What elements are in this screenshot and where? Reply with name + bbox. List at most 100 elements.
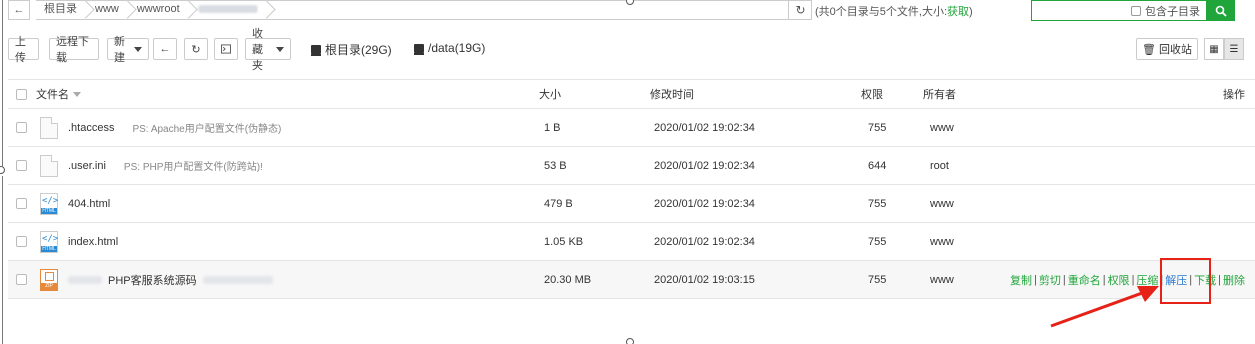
file-size: 1 B bbox=[544, 121, 561, 134]
row-checkbox[interactable] bbox=[16, 185, 27, 222]
back-arrow-icon[interactable]: ← bbox=[8, 0, 30, 20]
breadcrumb-wwwroot[interactable]: wwwroot bbox=[129, 0, 190, 20]
file-name[interactable]: .user.ini bbox=[68, 160, 106, 172]
summary-fetch-link[interactable]: 获取 bbox=[947, 6, 969, 18]
table-row[interactable]: .htaccess PS: Apache用户配置文件(伪静态) 1 B 2020… bbox=[8, 109, 1255, 147]
file-size: 479 B bbox=[544, 197, 573, 210]
row-checkbox[interactable] bbox=[16, 147, 27, 184]
list-view-icon[interactable]: ☰ bbox=[1224, 38, 1244, 60]
file-cell: </> HTML index.html bbox=[40, 223, 118, 260]
summary-text: (共0个目录与5个文件,大小: bbox=[815, 6, 948, 18]
file-blank-icon bbox=[40, 116, 58, 139]
new-label: 新建 bbox=[114, 36, 125, 64]
back-icon[interactable]: ← bbox=[153, 38, 177, 60]
file-perm[interactable]: 755 bbox=[868, 109, 886, 146]
html-icon-label: HTML bbox=[41, 207, 57, 214]
disk-data[interactable]: /data(19G) bbox=[414, 41, 485, 55]
disk-icon bbox=[311, 45, 321, 56]
highlight-box bbox=[1160, 258, 1211, 304]
file-size: 1.05 KB bbox=[544, 235, 584, 248]
header-perm[interactable]: 权限 bbox=[861, 80, 883, 108]
file-size: 53 B bbox=[544, 159, 567, 172]
file-owner: www bbox=[930, 273, 954, 286]
file-owner: root bbox=[930, 159, 949, 172]
blurred-text bbox=[202, 275, 273, 284]
file-perm[interactable]: 755 bbox=[868, 185, 886, 222]
table-row[interactable]: </> HTML index.html 1.05 KB 2020/01/02 19… bbox=[8, 223, 1255, 261]
blurred-text bbox=[68, 275, 102, 284]
file-mtime: 2020/01/02 19:02:34 bbox=[654, 197, 755, 210]
row-checkbox[interactable] bbox=[16, 261, 27, 298]
resize-handle[interactable] bbox=[0, 166, 5, 174]
chevron-down-icon bbox=[134, 46, 142, 52]
file-perm[interactable]: 755 bbox=[868, 223, 886, 260]
file-owner: www bbox=[930, 197, 954, 210]
html-tag-glyph: </> bbox=[42, 233, 59, 244]
recycle-bin-button[interactable]: 🗑 回收站 bbox=[1136, 38, 1198, 60]
file-name[interactable]: .htaccess bbox=[68, 122, 114, 134]
file-size: 20.30 MB bbox=[544, 273, 592, 286]
file-mtime: 2020/01/02 19:02:34 bbox=[654, 235, 755, 248]
disk-data-label: /data(19G) bbox=[428, 41, 486, 55]
terminal-icon[interactable] bbox=[214, 38, 238, 60]
file-name[interactable]: 404.html bbox=[68, 198, 110, 210]
file-mtime: 2020/01/02 19:02:34 bbox=[654, 159, 755, 172]
chevron-down-icon bbox=[276, 46, 284, 52]
favorites-dropdown-button[interactable]: 收藏夹 bbox=[245, 28, 291, 72]
file-owner: www bbox=[930, 235, 954, 248]
resize-handle[interactable] bbox=[626, 338, 634, 344]
select-all-checkbox[interactable] bbox=[16, 80, 27, 108]
header-size[interactable]: 大小 bbox=[539, 80, 561, 108]
file-desc: PS: Apache用户配置文件(伪静态) bbox=[132, 124, 282, 135]
search-button[interactable] bbox=[1207, 0, 1235, 21]
table-row[interactable]: </> HTML 404.html 479 B 2020/01/02 19:02:… bbox=[8, 185, 1255, 223]
file-perm[interactable]: 755 bbox=[868, 261, 886, 298]
breadcrumb-root[interactable]: 根目录 bbox=[36, 0, 87, 20]
search-input[interactable]: 包含子目录 bbox=[1031, 0, 1207, 21]
summary-close: ) bbox=[969, 6, 973, 18]
header-owner[interactable]: 所有者 bbox=[923, 80, 956, 108]
html-file-icon: </> HTML bbox=[40, 192, 59, 215]
table-row[interactable]: .user.ini PS: PHP用户配置文件(防跨站)! 53 B 2020/… bbox=[8, 147, 1255, 185]
row-checkbox[interactable] bbox=[16, 223, 27, 260]
upload-button[interactable]: 上传 bbox=[8, 36, 39, 64]
html-file-icon: </> HTML bbox=[40, 230, 59, 253]
dir-summary: (共0个目录与5个文件,大小:获取) bbox=[815, 3, 973, 19]
zip-file-icon: ZIP bbox=[40, 268, 58, 291]
delete-link[interactable]: 删除 bbox=[1223, 272, 1245, 288]
grid-view-icon[interactable]: ▦ bbox=[1204, 38, 1224, 60]
zip-icon-label: ZIP bbox=[41, 282, 57, 290]
table-header: 文件名 大小 修改时间 权限 所有者 操作 bbox=[8, 80, 1255, 109]
file-name[interactable]: PHP客服系统源码 bbox=[108, 272, 197, 288]
breadcrumb-blurred[interactable] bbox=[190, 0, 268, 20]
refresh-icon[interactable]: ↻ bbox=[184, 38, 208, 60]
refresh-path-icon[interactable]: ↻ bbox=[788, 0, 812, 20]
remote-download-button[interactable]: 远程下载 bbox=[49, 36, 99, 64]
include-subdir-checkbox[interactable] bbox=[1131, 5, 1141, 16]
disk-root[interactable]: 根目录(29G) bbox=[311, 41, 392, 58]
html-tag-glyph: </> bbox=[42, 195, 59, 206]
file-cell: </> HTML 404.html bbox=[40, 185, 110, 222]
file-table: 文件名 大小 修改时间 权限 所有者 操作 .htaccess PS: Apac… bbox=[8, 79, 1255, 299]
file-perm[interactable]: 644 bbox=[868, 147, 886, 184]
window-edge bbox=[2, 176, 3, 344]
header-mtime[interactable]: 修改时间 bbox=[650, 80, 694, 108]
favorites-label: 收藏夹 bbox=[252, 28, 263, 72]
breadcrumb: 根目录 www wwwroot bbox=[36, 0, 812, 20]
file-desc: PS: PHP用户配置文件(防跨站)! bbox=[123, 162, 263, 173]
disk-icon bbox=[414, 43, 424, 55]
html-icon-label: HTML bbox=[41, 245, 57, 252]
file-name[interactable]: index.html bbox=[68, 236, 118, 248]
include-subdir-label: 包含子目录 bbox=[1145, 5, 1200, 18]
file-cell: .htaccess PS: Apache用户配置文件(伪静态) bbox=[40, 109, 281, 146]
file-owner: www bbox=[930, 121, 954, 134]
file-blank-icon bbox=[40, 154, 58, 177]
file-cell: .user.ini PS: PHP用户配置文件(防跨站)! bbox=[40, 147, 263, 184]
annotation-arrow-icon bbox=[1050, 286, 1159, 328]
header-name[interactable]: 文件名 bbox=[36, 80, 81, 108]
new-dropdown-button[interactable]: 新建 bbox=[107, 36, 149, 64]
file-mtime: 2020/01/02 19:02:34 bbox=[654, 121, 755, 134]
copy-link[interactable]: 复制 bbox=[1010, 272, 1032, 288]
header-ops: 操作 bbox=[1223, 89, 1245, 101]
row-checkbox[interactable] bbox=[16, 109, 27, 146]
